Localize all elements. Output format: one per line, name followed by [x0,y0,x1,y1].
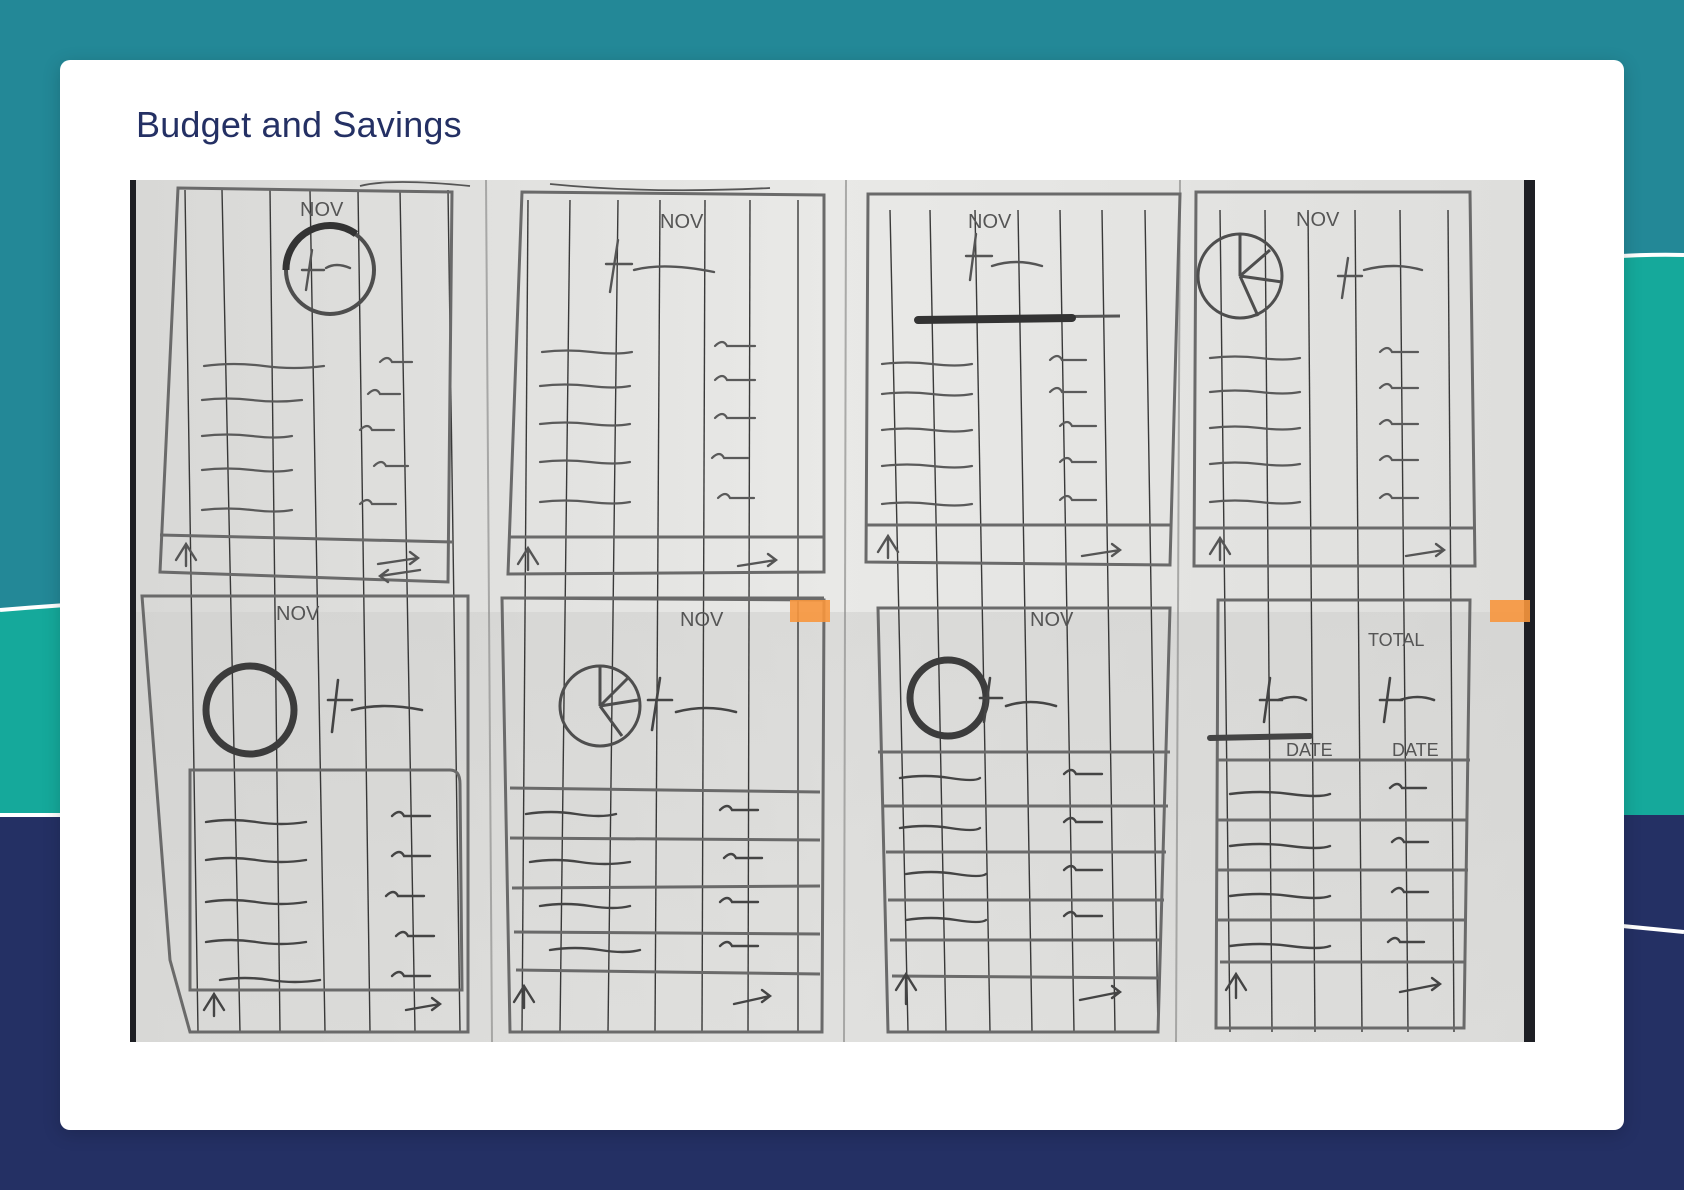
month-label: NOV [1030,609,1074,631]
month-label: NOV [660,211,704,233]
month-label: NOV [680,609,724,631]
wireframe-sketch-photo: NOV NOV NOV NOV NOV NOV NOV TOTAL DATE D… [130,180,1535,1042]
month-label: NOV [276,603,320,625]
month-label: NOV [300,199,344,221]
sticky-note [790,600,830,622]
month-label: NOV [968,211,1012,233]
page-title: Budget and Savings [136,104,462,145]
month-label: NOV [1296,209,1340,231]
sticky-note [1490,600,1530,622]
total-label: TOTAL [1368,630,1424,650]
date-label: DATE [1286,740,1333,760]
content-card: Budget and Savings NOV NOV NOV NOV NOV N… [60,60,1624,1130]
date-label: DATE [1392,740,1439,760]
